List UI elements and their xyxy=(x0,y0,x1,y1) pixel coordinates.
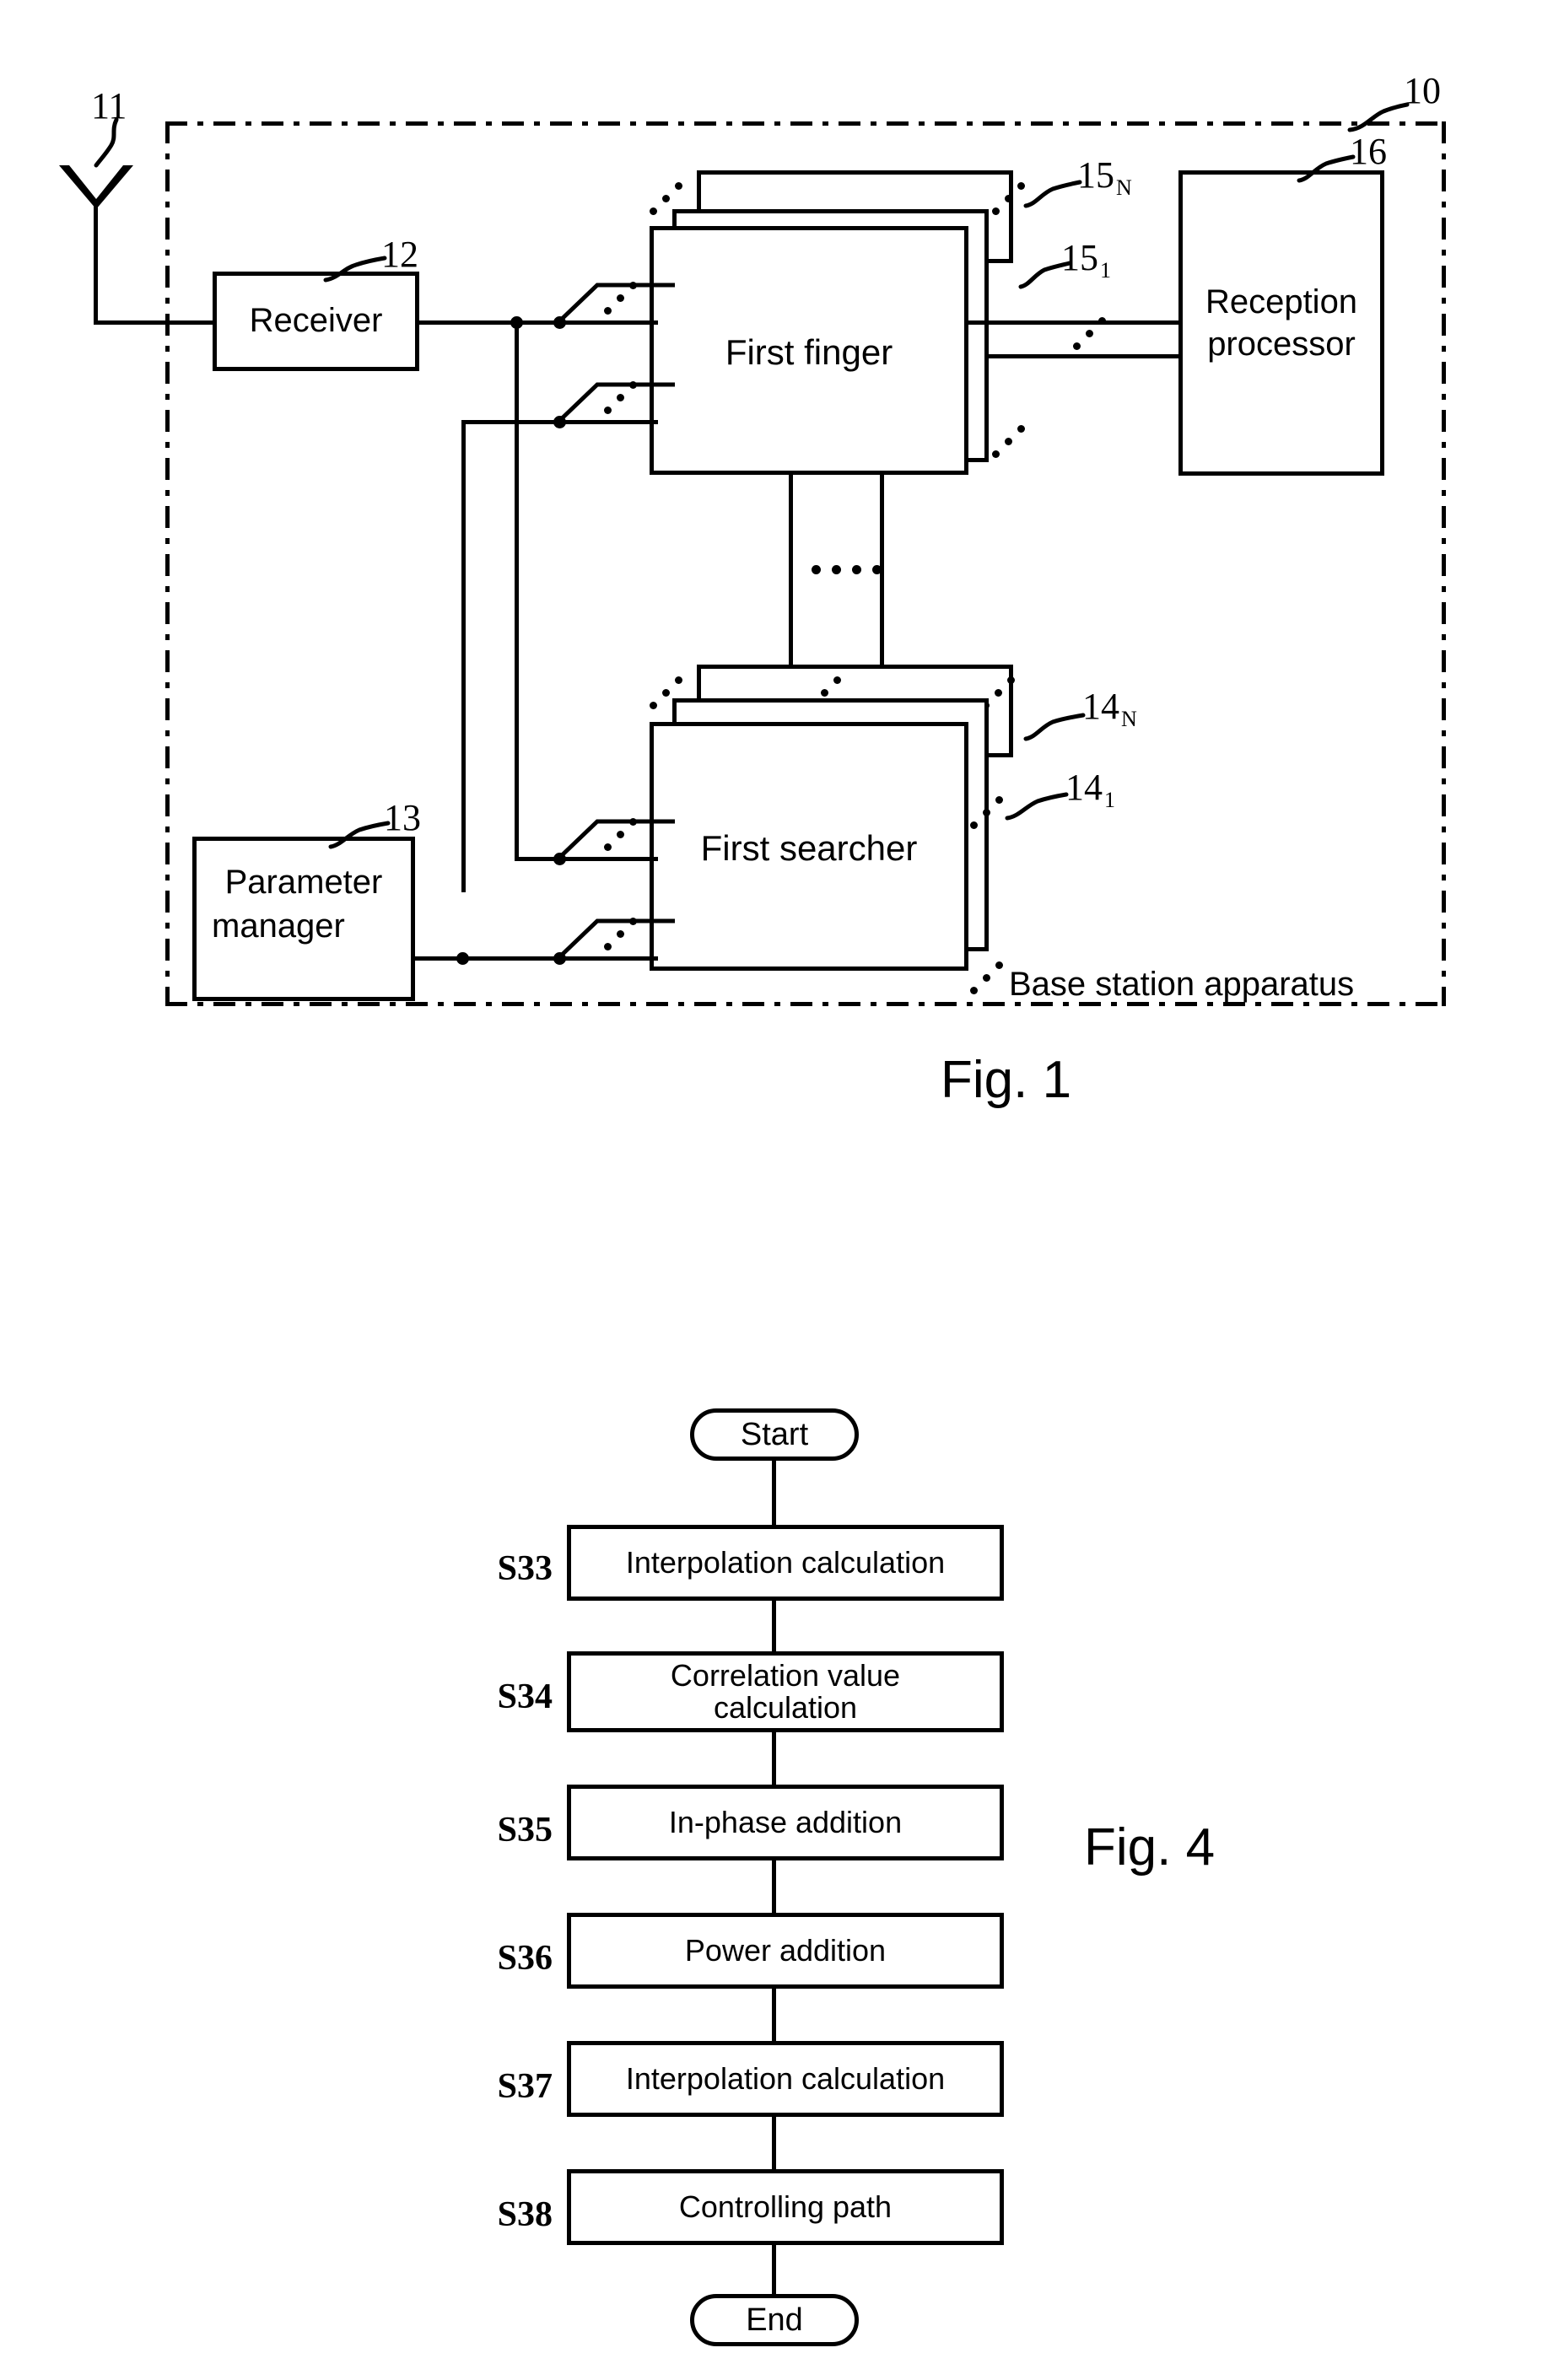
ref-14n-sub: N xyxy=(1121,707,1137,731)
ref-14n-number: 14 xyxy=(1082,686,1119,727)
ref-15l-sub: 1 xyxy=(1100,258,1111,283)
figure-4: Start S33 Interpolation calculation S34 … xyxy=(0,1383,1564,2378)
searcher-input-dots-lower xyxy=(604,914,643,953)
finger-output-stub xyxy=(968,320,1015,325)
flow-step-s35: In-phase addition xyxy=(567,1785,1004,1860)
flow-step-s33: Interpolation calculation xyxy=(567,1525,1004,1601)
flow-step-s35-label: In-phase addition xyxy=(668,1804,903,1839)
finger-output-dots xyxy=(1073,314,1112,353)
param-bus-to-finger-top xyxy=(461,420,558,424)
step-tag-s33: S33 xyxy=(497,1549,553,1588)
flow-end-label: End xyxy=(746,2302,803,2338)
flow-connector-s37-s38 xyxy=(772,2117,776,2169)
searcher-stack-dots-bottom xyxy=(970,958,1009,997)
param-bus-to-finger xyxy=(461,420,466,892)
ref-14n: 14N xyxy=(1082,686,1137,730)
first-searcher-label: First searcher xyxy=(700,828,918,868)
searcher-input-dots-upper xyxy=(604,815,643,853)
figure-1-caption: Fig. 1 xyxy=(941,1051,1072,1109)
finger-input-dots-lower xyxy=(604,378,643,417)
lead-line-15n xyxy=(1023,180,1082,208)
flow-step-s34-label-line1: Correlation value xyxy=(670,1657,901,1693)
step-tag-s34: S34 xyxy=(497,1677,553,1716)
parameter-manager-label-line1: Parameter xyxy=(224,864,383,901)
parameter-manager-output-wire xyxy=(415,956,563,961)
finger-searcher-ellipsis xyxy=(812,565,882,574)
receiver-bus-vertical xyxy=(515,320,519,861)
parameter-manager-block: Parameter manager xyxy=(192,837,415,1001)
parameter-manager-label-line2: manager xyxy=(212,907,345,945)
receiver-label: Receiver xyxy=(249,302,383,339)
first-searcher-block: First searcher xyxy=(650,722,968,971)
flow-step-s34: Correlation value calculation xyxy=(567,1651,1004,1732)
step-tag-s36: S36 xyxy=(497,1939,553,1978)
finger-input-dots-upper xyxy=(604,278,643,317)
flow-step-s37: Interpolation calculation xyxy=(567,2041,1004,2117)
figure-1: 10 11 Receiver 12 First finger 15N 151 R… xyxy=(0,0,1564,1147)
lead-line-13 xyxy=(328,821,391,849)
reception-processor-label-line1: Reception xyxy=(1205,283,1358,320)
flow-start-terminator: Start xyxy=(690,1408,859,1461)
finger-output-wire-lower xyxy=(989,354,1178,358)
flow-step-s38: Controlling path xyxy=(567,2169,1004,2245)
ref-15n: 15N xyxy=(1077,157,1132,199)
lead-line-11 xyxy=(94,117,119,168)
base-station-caption: Base station apparatus xyxy=(1009,966,1355,1003)
lead-line-12 xyxy=(323,256,387,283)
flow-step-s36: Power addition xyxy=(567,1913,1004,1989)
flow-step-s37-label: Interpolation calculation xyxy=(625,2060,946,2096)
ref-14l-sub: 1 xyxy=(1104,788,1115,812)
receiver-block: Receiver xyxy=(213,272,419,371)
reception-processor-label-line2: processor xyxy=(1207,326,1356,363)
lead-line-15l xyxy=(1018,261,1072,289)
flow-step-s36-label: Power addition xyxy=(684,1932,887,1968)
reception-processor-block: Reception processor xyxy=(1178,170,1384,476)
flow-step-s33-label: Interpolation calculation xyxy=(625,1544,946,1580)
figure-4-caption: Fig. 4 xyxy=(1084,1818,1216,1877)
finger-stack-dots-right-bottom xyxy=(992,422,1031,460)
flow-step-s34-label-line2: calculation xyxy=(713,1690,858,1725)
lead-line-10 xyxy=(1347,102,1410,132)
first-finger-block: First finger xyxy=(650,226,968,475)
step-tag-s37: S37 xyxy=(497,2067,553,2106)
lead-line-14n xyxy=(1023,713,1086,741)
flow-connector-s35-s36 xyxy=(772,1860,776,1913)
flow-start-label: Start xyxy=(740,1416,809,1452)
flow-connector-s36-s37 xyxy=(772,1989,776,2041)
flow-step-s38-label: Controlling path xyxy=(678,2189,893,2224)
step-tag-s35: S35 xyxy=(497,1811,553,1850)
flow-connector-s33-s34 xyxy=(772,1601,776,1651)
first-finger-label: First finger xyxy=(725,332,893,372)
flow-connector-s34-s35 xyxy=(772,1732,776,1785)
flow-connector-s38-end xyxy=(772,2245,776,2297)
step-tag-s38: S38 xyxy=(497,2195,553,2234)
ref-14l: 141 xyxy=(1065,769,1115,811)
flow-end-terminator: End xyxy=(690,2294,859,2346)
lead-line-14l xyxy=(1005,792,1069,821)
finger-searcher-link-left xyxy=(789,475,793,665)
lead-line-16 xyxy=(1297,154,1356,183)
patent-figure-page: 10 11 Receiver 12 First finger 15N 151 R… xyxy=(0,0,1564,2380)
ref-15n-sub: N xyxy=(1116,175,1132,200)
